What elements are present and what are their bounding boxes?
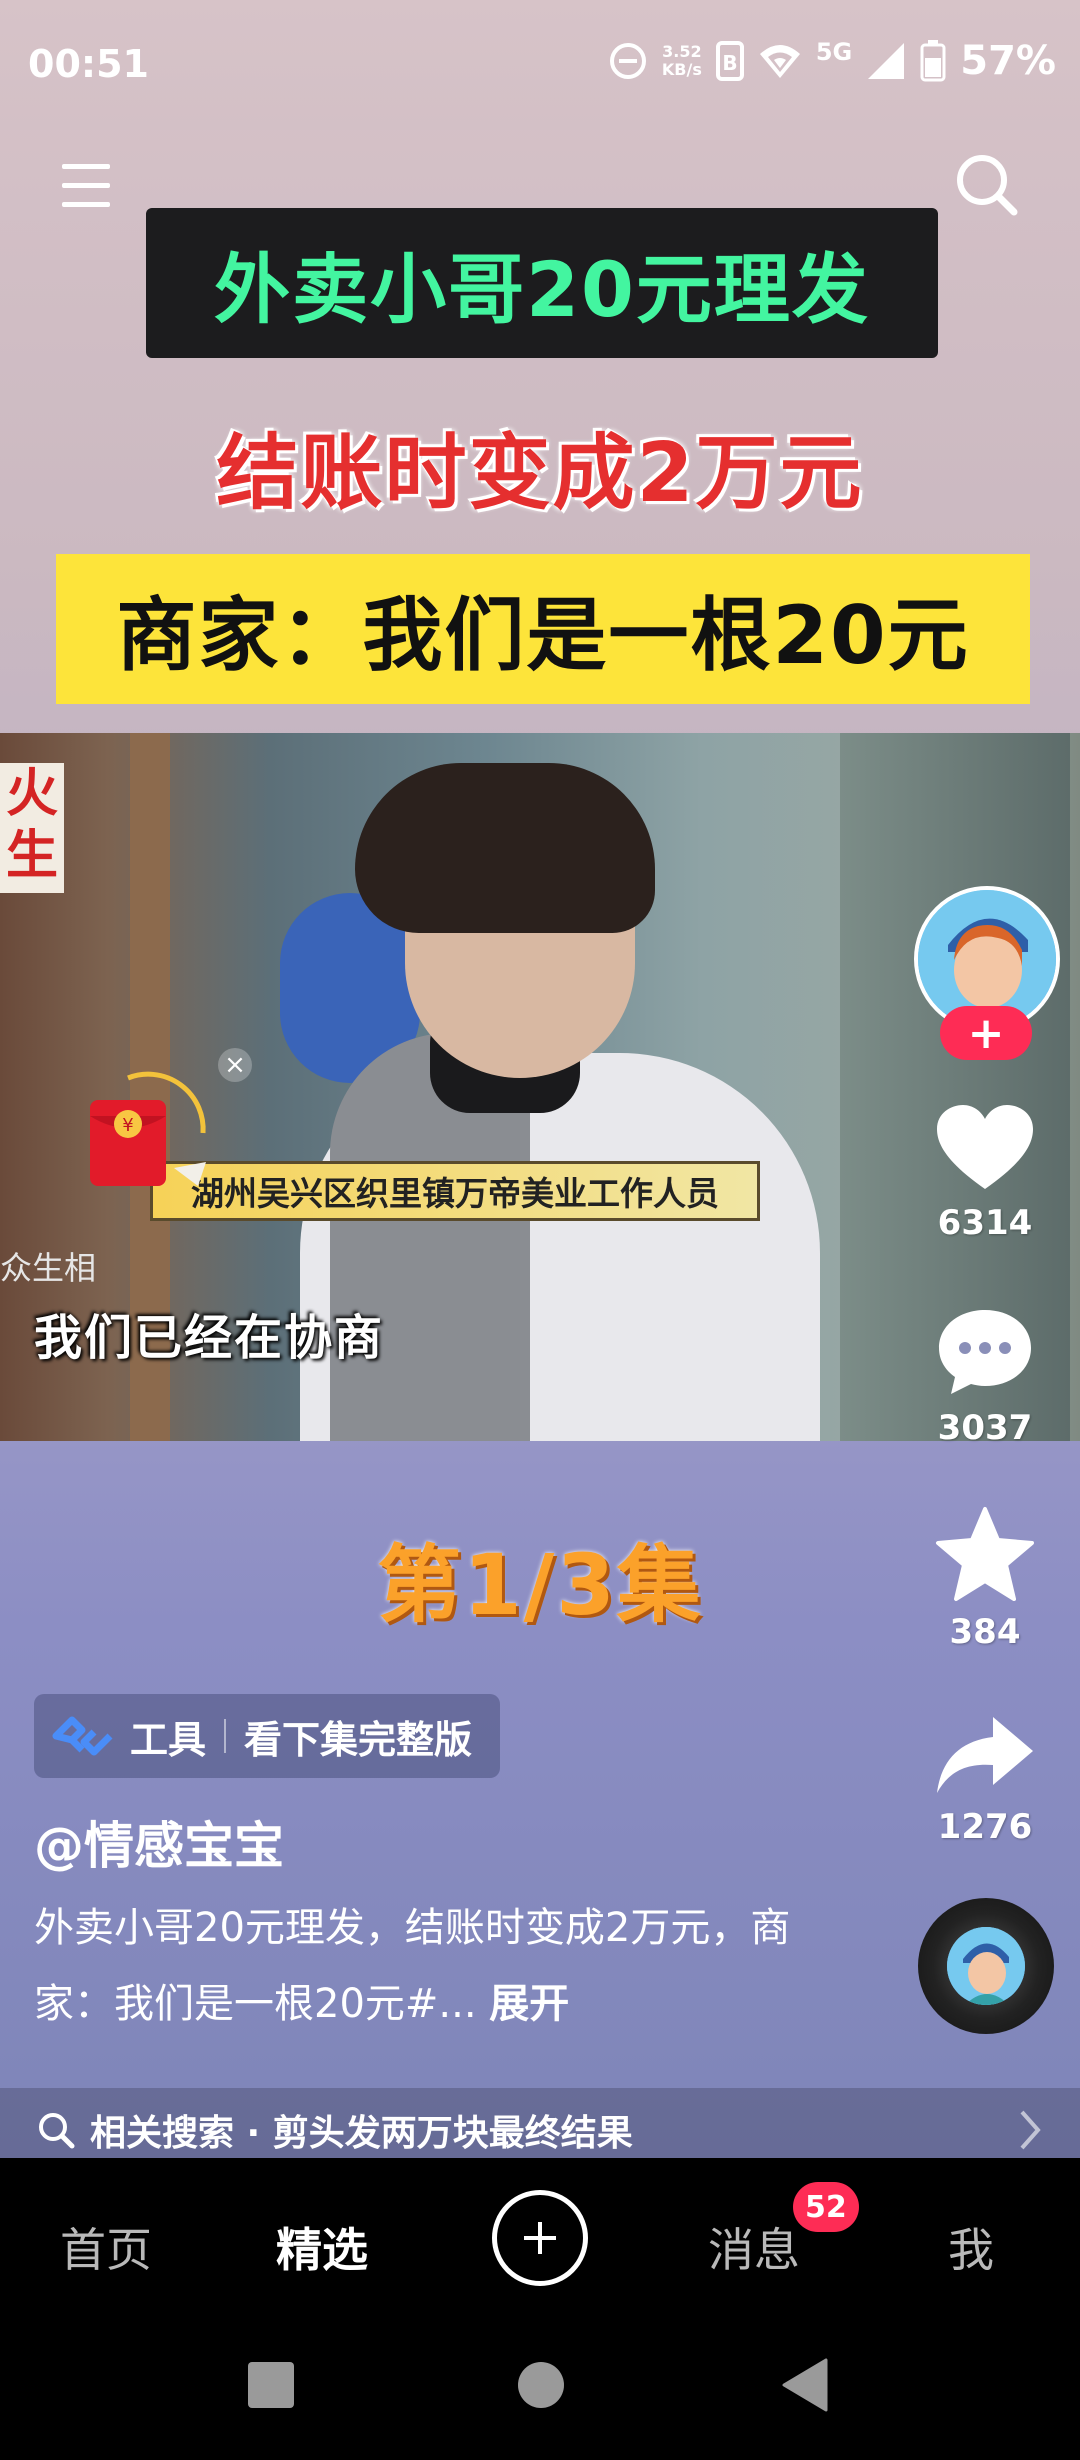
status-time: 00:51 xyxy=(28,42,149,86)
status-bar: 00:51 3.52 KB/s B 5G 57% xyxy=(0,0,1080,130)
related-search-label: 相关搜索 · 剪头发两万块最终结果 xyxy=(90,2113,633,2154)
svg-text:¥: ¥ xyxy=(122,1115,133,1136)
comment-icon xyxy=(935,1310,1035,1402)
system-navigation-bar xyxy=(0,2310,1080,2460)
plus-icon xyxy=(520,2218,560,2258)
follow-button[interactable]: + xyxy=(940,1006,1032,1060)
signal-icon xyxy=(866,41,906,81)
network-speed-unit: KB/s xyxy=(661,60,702,79)
network-speed-value: 3.52 xyxy=(662,42,702,61)
share-count: 1276 xyxy=(937,1807,1033,1847)
video-person-hair xyxy=(355,763,655,933)
comment-button[interactable]: 3037 xyxy=(920,1306,1050,1448)
sim-b-icon: B xyxy=(715,41,744,81)
red-envelope-widget[interactable]: ¥ xyxy=(88,1058,208,1188)
wifi-icon xyxy=(758,42,802,80)
heart-icon xyxy=(935,1105,1035,1197)
headline-line-1: 外卖小哥20元理发 xyxy=(146,208,938,358)
shop-sign-char-1: 火 xyxy=(5,764,58,824)
music-disc-button[interactable] xyxy=(918,1898,1054,2034)
recents-button[interactable] xyxy=(248,2362,294,2408)
back-button[interactable] xyxy=(782,2358,828,2416)
related-search-bar[interactable]: 相关搜索 · 剪头发两万块最终结果 xyxy=(0,2088,1080,2158)
battery-icon xyxy=(920,40,946,82)
headline-line-2: 结账时变成2万元 xyxy=(216,426,864,521)
star-icon xyxy=(935,1507,1035,1606)
tab-featured[interactable]: 精选 xyxy=(276,2214,368,2280)
status-icons: 3.52 KB/s B 5G 57% xyxy=(608,38,1056,84)
episode-label: 第1/3集 xyxy=(377,1536,703,1634)
menu-icon[interactable] xyxy=(58,156,118,216)
video-feed-stage[interactable]: 外卖小哥20元理发 结账时变成2万元 商家：我们是一根20元 火 生 湖州吴兴区… xyxy=(0,28,1080,2158)
like-button[interactable]: 6314 xyxy=(920,1103,1050,1243)
favorite-button[interactable]: 384 xyxy=(920,1506,1050,1652)
tool-chip[interactable]: 工具 看下集完整版 xyxy=(34,1694,500,1778)
video-caption-bar: 湖州吴兴区织里镇万帝美业工作人员 xyxy=(150,1161,760,1221)
search-icon[interactable] xyxy=(952,150,1022,220)
share-icon xyxy=(935,1717,1035,1801)
battery-percent: 57% xyxy=(960,38,1056,84)
tool-chip-divider xyxy=(224,1719,227,1753)
search-icon xyxy=(36,2110,76,2150)
tool-chip-label: 工具 xyxy=(130,1717,207,1762)
author-name[interactable]: @情感宝宝 xyxy=(34,1806,284,1878)
red-envelope-close-button[interactable]: × xyxy=(218,1048,252,1082)
chevron-right-icon xyxy=(1018,2108,1042,2158)
do-not-disturb-icon xyxy=(608,41,648,81)
tab-me[interactable]: 我 xyxy=(948,2214,994,2280)
video-shop-sign: 火 生 xyxy=(0,763,64,893)
network-speed: 3.52 KB/s xyxy=(662,43,702,79)
bottom-tab-bar: 首页 精选 消息 52 我 xyxy=(0,2170,1080,2310)
favorite-count: 384 xyxy=(949,1612,1021,1652)
network-type: 5G xyxy=(815,38,853,66)
link-icon xyxy=(52,1716,114,1756)
video-description[interactable]: 外卖小哥20元理发，结账时变成2万元，商家：我们是一根20元#... 展开 xyxy=(34,1890,794,2042)
like-count: 6314 xyxy=(937,1203,1033,1243)
messages-badge: 52 xyxy=(793,2182,859,2232)
comment-count: 3037 xyxy=(937,1408,1033,1448)
tab-messages[interactable]: 消息 xyxy=(708,2214,800,2280)
share-button[interactable]: 1276 xyxy=(920,1713,1050,1847)
headline-line-3: 商家：我们是一根20元 xyxy=(56,554,1030,704)
description-text: 外卖小哥20元理发，结账时变成2万元，商家：我们是一根20元#... xyxy=(34,1905,791,2027)
tool-chip-action: 看下集完整版 xyxy=(244,1717,473,1762)
home-button[interactable] xyxy=(518,2362,564,2408)
create-button[interactable] xyxy=(492,2190,588,2286)
music-disc-avatar xyxy=(947,1927,1025,2005)
shop-sign-char-2: 生 xyxy=(5,826,58,886)
video-subtitle: 我们已经在协商 xyxy=(34,1310,385,1366)
tab-home[interactable]: 首页 xyxy=(60,2214,152,2280)
video-watermark: 众生相 xyxy=(0,1249,97,1287)
svg-text:B: B xyxy=(722,51,737,75)
expand-description-button[interactable]: 展开 xyxy=(489,1981,569,2027)
